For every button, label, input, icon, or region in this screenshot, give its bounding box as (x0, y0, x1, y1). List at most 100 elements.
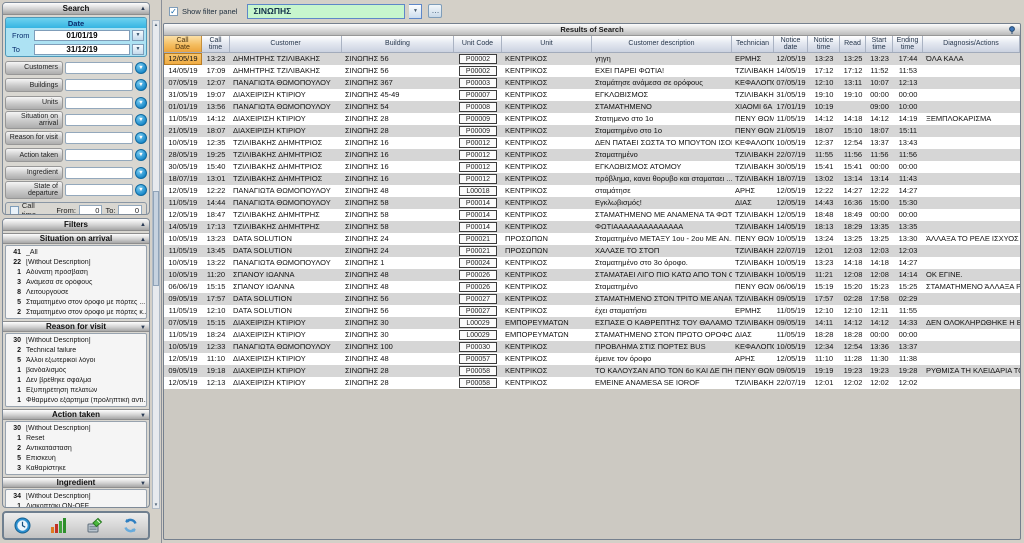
table-row[interactable]: 12/05/1911:10ΔΙΑΧΕΙΡΙΣΗ ΚΤΙΡΙΟΥΣΙΝΩΠΗΣ 4… (164, 353, 1020, 365)
table-row[interactable]: 10/05/1913:23DATA SOLUTIONΣΙΝΩΠΗΣ 24P000… (164, 233, 1020, 245)
table-row[interactable]: 10/05/1912:33ΠΑΝΑΓΙΩΤΑ ΘΩΜΟΠΟΥΛΟΥΣΙΝΩΠΗΣ… (164, 341, 1020, 353)
field-input[interactable] (65, 79, 133, 91)
column-header[interactable]: Call Date (164, 36, 202, 52)
scrollbar-thumb[interactable] (153, 191, 159, 286)
filter-item[interactable]: 3Καθαρίστηκε (6, 463, 146, 473)
filter-section-header[interactable]: Action taken▼ (3, 409, 149, 420)
show-filter-panel-checkbox[interactable]: ✓ (169, 7, 178, 16)
field-input[interactable] (65, 132, 133, 144)
field-dropdown-button[interactable]: ▼ (135, 97, 147, 109)
field-input[interactable] (65, 114, 133, 126)
filter-item[interactable]: 5Σταματημένο στον όροφο με πόρτες ... (6, 297, 146, 307)
table-row[interactable]: 30/05/1915:40ΤΖΙΛΙΒΑΚΗΣ ΔΗΜΗΤΡΙΟΣΣΙΝΩΠΗΣ… (164, 161, 1020, 173)
table-row[interactable]: 12/05/1912:13ΔΙΑΧΕΙΡΙΣΗ ΚΤΙΡΙΟΥΣΙΝΩΠΗΣ 2… (164, 377, 1020, 389)
date-to-input[interactable]: 31/12/19 (34, 44, 130, 55)
clock-button[interactable] (12, 516, 32, 536)
field-dropdown-button[interactable]: ▼ (135, 79, 147, 91)
filter-item[interactable]: 1Εξυπηρέτηση πελατών (6, 385, 146, 395)
table-row[interactable]: 10/05/1913:22ΠΑΝΑΓΙΩΤΑ ΘΩΜΟΠΟΥΛΟΥΣΙΝΩΠΗΣ… (164, 257, 1020, 269)
field-dropdown-button[interactable]: ▼ (135, 184, 147, 196)
filter-item[interactable]: 30[Without Description] (6, 423, 146, 433)
table-row[interactable]: 11/05/1914:12ΔΙΑΧΕΙΡΙΣΗ ΚΤΙΡΙΟΥΣΙΝΩΠΗΣ 2… (164, 113, 1020, 125)
filter-item[interactable]: 1Φθαρμένο εξάρτημα (προληπτική αντι... (6, 395, 146, 405)
field-input[interactable] (65, 62, 133, 74)
table-row[interactable]: 10/05/1911:20ΣΠΑΝΟΥ ΙΩΑΝΝΑΣΙΝΩΠΗΣ 48P000… (164, 269, 1020, 281)
scroll-up-icon[interactable]: ▲ (153, 21, 159, 28)
filter-item[interactable]: 8Λειτουργούσε (6, 287, 146, 297)
table-row[interactable]: 14/05/1917:13ΤΖΙΛΙΒΑΚΗΣ ΔΗΜΗΤΡΗΣΣΙΝΩΠΗΣ … (164, 221, 1020, 233)
column-header[interactable]: Building (342, 36, 454, 52)
field-dropdown-button[interactable]: ▼ (135, 149, 147, 161)
field-input[interactable] (65, 184, 133, 196)
table-row[interactable]: 01/01/1913:56ΠΑΝΑΓΙΩΤΑ ΘΩΜΟΠΟΥΛΟΥΣΙΝΩΠΗΣ… (164, 101, 1020, 113)
chart-button[interactable] (48, 516, 68, 536)
call-time-checkbox[interactable] (10, 206, 19, 215)
filter-item[interactable]: 1Reset (6, 433, 146, 443)
field-input[interactable] (65, 167, 133, 179)
table-row[interactable]: 11/05/1912:10DATA SOLUTIONΣΙΝΩΠΗΣ 56P000… (164, 305, 1020, 317)
filter-item[interactable]: 1Δεν βρέθηκε σφάλμα (6, 375, 146, 385)
refresh-button[interactable] (120, 516, 140, 536)
field-input[interactable] (65, 149, 133, 161)
combo-dropdown-icon[interactable]: ▼ (409, 4, 422, 19)
call-time-to-input[interactable]: 0 (118, 205, 142, 216)
table-row[interactable]: 10/05/1912:35ΤΖΙΛΙΒΑΚΗΣ ΔΗΜΗΤΡΙΟΣΣΙΝΩΠΗΣ… (164, 137, 1020, 149)
column-header[interactable]: Unit Code (454, 36, 502, 52)
column-header[interactable]: Start time (866, 36, 893, 52)
column-header[interactable]: Call time (202, 36, 230, 52)
filter-item[interactable]: 41_All (6, 247, 146, 257)
filter-item[interactable]: 30[Without Description] (6, 335, 146, 345)
filter-item[interactable]: 1Αδύνατη πρόσβαση (6, 267, 146, 277)
column-header[interactable]: Read (840, 36, 866, 52)
group-selector-combo[interactable]: ΣΙΝΩΠΗΣ (247, 4, 405, 19)
column-header[interactable]: Notice time (808, 36, 840, 52)
filter-item[interactable]: 34[Without Description] (6, 491, 146, 501)
column-header[interactable]: Unit (502, 36, 592, 52)
filter-item[interactable]: 1Διακοπτάκι ON-OFF (6, 501, 146, 508)
field-dropdown-button[interactable]: ▼ (135, 62, 147, 74)
field-input[interactable] (65, 97, 133, 109)
column-header[interactable]: Ending time (893, 36, 923, 52)
collapse-icon[interactable]: ▲ (140, 236, 146, 244)
column-header[interactable]: Diagnosis/Actions (923, 36, 1020, 52)
filter-item[interactable]: 2Technical failure (6, 345, 146, 355)
filter-item[interactable]: 5Επισκευή (6, 453, 146, 463)
field-dropdown-button[interactable]: ▼ (135, 114, 147, 126)
filter-section-header[interactable]: Situation on arrival▲ (3, 233, 149, 244)
date-from-dropdown-icon[interactable]: ▼ (132, 30, 144, 41)
collapse-icon[interactable]: ▼ (140, 480, 146, 488)
column-header[interactable]: Customer description (592, 36, 732, 52)
scroll-down-icon[interactable]: ▼ (153, 501, 159, 508)
pin-icon[interactable] (1008, 26, 1016, 36)
table-row[interactable]: 12/05/1912:22ΠΑΝΑΓΙΩΤΑ ΘΩΜΟΠΟΥΛΟΥΣΙΝΩΠΗΣ… (164, 185, 1020, 197)
filter-item[interactable]: 1βανδαλισμός (6, 365, 146, 375)
filter-section-header[interactable]: Ingredient▼ (3, 477, 149, 488)
table-row[interactable]: 18/07/1913:01ΤΖΙΛΙΒΑΚΗΣ ΔΗΜΗΤΡΙΟΣΣΙΝΩΠΗΣ… (164, 173, 1020, 185)
table-row[interactable]: 06/06/1915:15ΣΠΑΝΟΥ ΙΩΑΝΝΑΣΙΝΩΠΗΣ 48P000… (164, 281, 1020, 293)
collapse-icon[interactable]: ▼ (140, 412, 146, 420)
collapse-icon[interactable]: ▲ (140, 221, 146, 229)
filter-section-header[interactable]: Reason for visit▼ (3, 321, 149, 332)
filter-item[interactable]: 5Άλλοι εξωτερικοί λόγοι (6, 355, 146, 365)
table-row[interactable]: 12/05/1913:23ΔΗΜΗΤΡΗΣ ΤΖΙΛΙΒΑΚΗΣΣΙΝΩΠΗΣ … (164, 53, 1020, 65)
table-row[interactable]: 07/05/1915:15ΔΙΑΧΕΙΡΙΣΗ ΚΤΙΡΙΟΥΣΙΝΩΠΗΣ 3… (164, 317, 1020, 329)
table-row[interactable]: 07/05/1912:07ΠΑΝΑΓΙΩΤΑ ΘΩΜΟΠΟΥΛΟΥΣΙΝΩΠΗΣ… (164, 77, 1020, 89)
collapse-icon[interactable]: ▼ (140, 324, 146, 332)
table-row[interactable]: 28/05/1919:25ΤΖΙΛΙΒΑΚΗΣ ΔΗΜΗΤΡΙΟΣΣΙΝΩΠΗΣ… (164, 149, 1020, 161)
table-row[interactable]: 31/05/1919:07ΔΙΑΧΕΙΡΙΣΗ ΚΤΙΡΙΟΥΣΙΝΩΠΗΣ 4… (164, 89, 1020, 101)
call-time-from-input[interactable]: 0 (79, 205, 103, 216)
filters-panel-header[interactable]: Filters ▲ (3, 219, 149, 231)
table-row[interactable]: 21/05/1918:07ΔΙΑΧΕΙΡΙΣΗ ΚΤΙΡΙΟΥΣΙΝΩΠΗΣ 2… (164, 125, 1020, 137)
table-row[interactable]: 14/05/1917:09ΔΗΜΗΤΡΗΣ ΤΖΙΛΙΒΑΚΗΣΣΙΝΩΠΗΣ … (164, 65, 1020, 77)
column-header[interactable]: Notice date (774, 36, 808, 52)
filter-item[interactable]: 2Σταματημένο στον όροφο με πόρτες κ... (6, 307, 146, 317)
filter-item[interactable]: 2Αντικατάσταση (6, 443, 146, 453)
combo-more-button[interactable]: … (428, 4, 442, 18)
collapse-icon[interactable]: ▲ (140, 5, 146, 13)
table-row[interactable]: 09/05/1917:57DATA SOLUTIONΣΙΝΩΠΗΣ 56P000… (164, 293, 1020, 305)
table-row[interactable]: 12/05/1918:47ΤΖΙΛΙΒΑΚΗΣ ΔΗΜΗΤΡΗΣΣΙΝΩΠΗΣ … (164, 209, 1020, 221)
table-row[interactable]: 11/05/1918:24ΔΙΑΧΕΙΡΙΣΗ ΚΤΙΡΙΟΥΣΙΝΩΠΗΣ 3… (164, 329, 1020, 341)
field-dropdown-button[interactable]: ▼ (135, 132, 147, 144)
table-row[interactable]: 11/05/1913:45DATA SOLUTIONΣΙΝΩΠΗΣ 24P000… (164, 245, 1020, 257)
search-panel-header[interactable]: Search ▲ (3, 3, 149, 15)
